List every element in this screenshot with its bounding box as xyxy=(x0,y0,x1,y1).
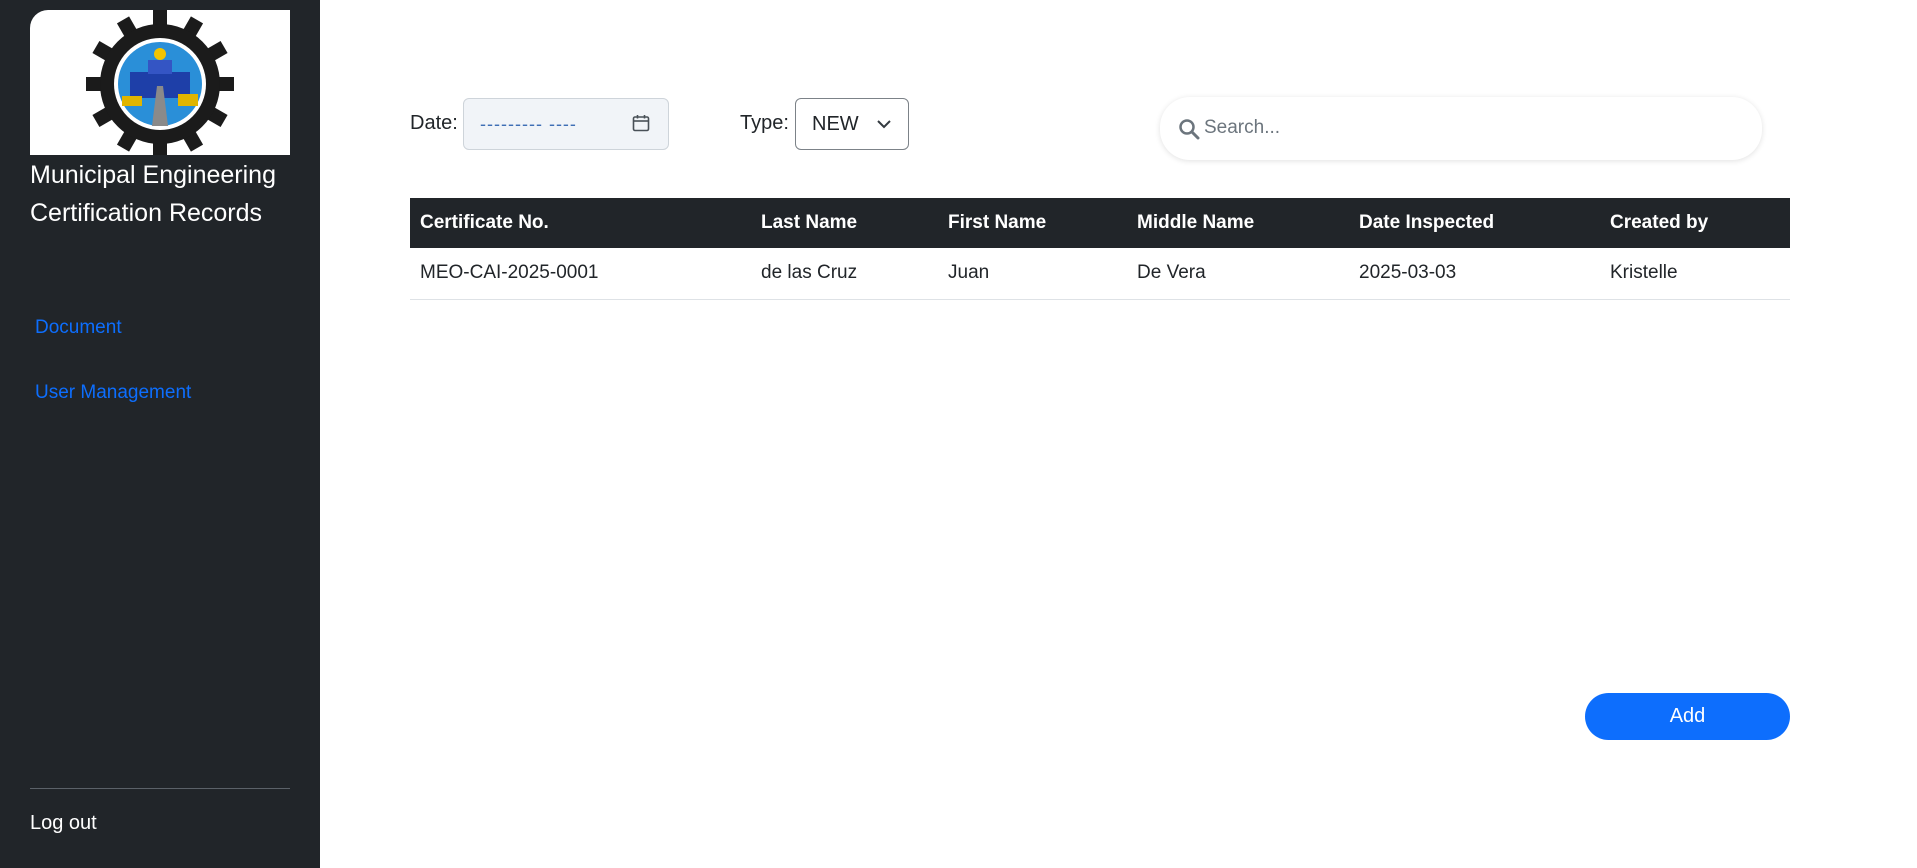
search-icon xyxy=(1179,119,1200,140)
calendar-icon[interactable] xyxy=(632,114,650,132)
search-box xyxy=(1160,97,1762,160)
cell-created-by: Kristelle xyxy=(1600,248,1790,300)
cell-middle-name: De Vera xyxy=(1127,248,1349,300)
logo xyxy=(30,10,290,155)
sidebar-divider xyxy=(30,788,290,789)
search-input[interactable] xyxy=(1204,111,1744,145)
cell-first-name: Juan xyxy=(938,248,1127,300)
column-header-middle-name[interactable]: Middle Name xyxy=(1127,198,1349,248)
column-header-first-name[interactable]: First Name xyxy=(938,198,1127,248)
sidebar: Municipal Engineering Certification Reco… xyxy=(0,0,320,868)
cell-certificate-no: MEO-CAI-2025-0001 xyxy=(410,248,751,300)
app-title: Municipal Engineering Certification Reco… xyxy=(30,161,276,227)
column-header-certificate-no[interactable]: Certificate No. xyxy=(410,198,751,248)
table-row[interactable]: MEO-CAI-2025-0001 de las Cruz Juan De Ve… xyxy=(410,248,1790,300)
type-select-value: NEW xyxy=(812,113,859,135)
type-select[interactable]: NEW xyxy=(795,98,909,150)
logout-link[interactable]: Log out xyxy=(30,812,97,835)
date-label: Date: xyxy=(410,112,458,134)
nav-document-link[interactable]: Document xyxy=(35,317,122,339)
column-header-date-inspected[interactable]: Date Inspected xyxy=(1349,198,1600,248)
records-table: Certificate No. Last Name First Name Mid… xyxy=(410,198,1790,300)
column-header-last-name[interactable]: Last Name xyxy=(751,198,938,248)
logo-seal-icon xyxy=(86,10,234,155)
table-header-row: Certificate No. Last Name First Name Mid… xyxy=(410,198,1790,248)
nav-user-management-link[interactable]: User Management xyxy=(35,382,191,404)
chevron-down-icon xyxy=(877,120,891,129)
add-button[interactable]: Add xyxy=(1585,693,1790,740)
date-filter-input[interactable]: --------- ---- xyxy=(463,98,669,150)
type-label: Type: xyxy=(740,112,789,134)
cell-last-name: de las Cruz xyxy=(751,248,938,300)
column-header-created-by[interactable]: Created by xyxy=(1600,198,1790,248)
cell-date-inspected: 2025-03-03 xyxy=(1349,248,1600,300)
date-filter-value: --------- ---- xyxy=(480,114,577,134)
